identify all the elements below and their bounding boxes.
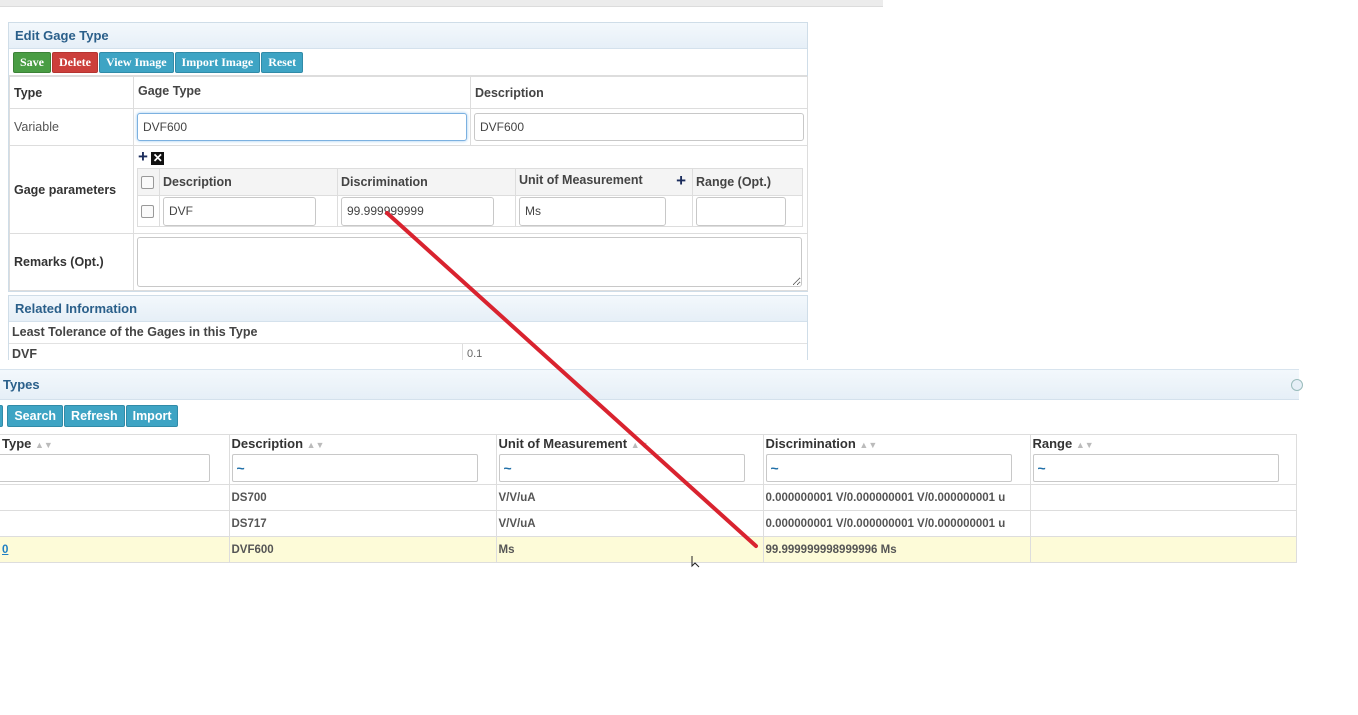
cell-range bbox=[1029, 510, 1297, 537]
cell-type bbox=[0, 510, 230, 537]
add-button-partial[interactable] bbox=[0, 405, 3, 427]
cell-description: DS717 bbox=[228, 510, 497, 537]
type-value: Variable bbox=[9, 108, 134, 146]
add-unit-icon[interactable]: + bbox=[676, 172, 686, 189]
cell-type-link[interactable]: 0 bbox=[2, 544, 8, 556]
related-row-value: 0.1 bbox=[462, 344, 482, 360]
remarks-label: Remarks (Opt.) bbox=[9, 233, 134, 291]
grid-title: Types bbox=[3, 377, 40, 392]
top-bar bbox=[0, 0, 883, 7]
description-header: Description bbox=[470, 76, 808, 109]
sort-icon[interactable]: ▲▼ bbox=[859, 440, 877, 450]
sort-icon[interactable]: ▲▼ bbox=[631, 440, 649, 450]
view-image-button[interactable]: View Image bbox=[98, 52, 174, 73]
param-range-header: Range (Opt.) bbox=[692, 168, 803, 196]
types-grid-panel: Types Search Refresh Import Type ▲▼ Descri… bbox=[0, 369, 1303, 563]
delete-parameter-icon[interactable]: ✕ bbox=[151, 152, 165, 166]
import-button[interactable]: Import bbox=[125, 405, 179, 427]
related-row: DVF 0.1 bbox=[9, 344, 807, 360]
col-header-description[interactable]: Description ▲▼ bbox=[228, 434, 497, 452]
cell-discrimination: 0.000000001 V/0.000000001 V/0.000000001 … bbox=[762, 510, 1031, 537]
filter-range-input[interactable]: ~ bbox=[1032, 454, 1279, 482]
refresh-button[interactable]: Refresh bbox=[64, 405, 125, 427]
related-row-name: DVF bbox=[12, 347, 37, 360]
reset-button[interactable]: Reset bbox=[261, 52, 304, 73]
col-header-range[interactable]: Range ▲▼ bbox=[1029, 434, 1297, 452]
cell-unit: V/V/uA bbox=[495, 484, 764, 511]
description-input[interactable]: DVF600 bbox=[474, 113, 804, 141]
param-description-header: Description bbox=[159, 168, 338, 196]
gage-parameters-table: Description Discrimination Unit of Measu… bbox=[137, 168, 803, 227]
cell-range bbox=[1029, 484, 1297, 511]
import-image-button[interactable]: Import Image bbox=[174, 52, 261, 73]
param-description-input[interactable]: DVF bbox=[163, 196, 316, 226]
search-button[interactable]: Search bbox=[7, 405, 64, 427]
col-header-discrimination[interactable]: Discrimination ▲▼ bbox=[762, 434, 1031, 452]
param-unit-input[interactable]: Ms bbox=[519, 196, 666, 226]
cell-range bbox=[1029, 536, 1297, 563]
param-row-checkbox[interactable] bbox=[141, 205, 154, 219]
param-discrimination-input[interactable]: 99.999999999 bbox=[341, 196, 494, 226]
sort-icon[interactable]: ▲▼ bbox=[1076, 440, 1094, 450]
cell-discrimination: 99.999999998999996 Ms bbox=[762, 536, 1031, 563]
cell-unit: Ms bbox=[495, 536, 764, 563]
filter-unit-input[interactable]: ~ bbox=[498, 454, 745, 482]
cell-discrimination: 0.000000001 V/0.000000001 V/0.000000001 … bbox=[762, 484, 1031, 511]
related-subtitle: Least Tolerance of the Gages in this Typ… bbox=[9, 322, 807, 344]
filter-description-input[interactable]: ~ bbox=[231, 454, 478, 482]
edit-toolbar: Save Delete View Image Import Image Reset bbox=[9, 49, 807, 76]
edit-gage-type-panel: Edit Gage Type Save Delete View Image Impor… bbox=[8, 22, 808, 292]
cell-unit: V/V/uA bbox=[495, 510, 764, 537]
grid-title-bar: Types bbox=[0, 369, 1303, 400]
save-button[interactable]: Save bbox=[13, 52, 51, 73]
col-header-type[interactable]: Type ▲▼ bbox=[0, 434, 230, 452]
table-row-selected[interactable]: 0 DVF600 Ms 99.999999998999996 Ms bbox=[0, 536, 1297, 563]
gage-parameters-label: Gage parameters bbox=[9, 145, 134, 234]
select-all-checkbox[interactable] bbox=[141, 176, 154, 190]
delete-button[interactable]: Delete bbox=[52, 52, 98, 73]
filter-type-input[interactable] bbox=[0, 454, 210, 482]
param-discrimination-header: Discrimination bbox=[337, 168, 516, 196]
related-information-panel: Related Information Least Tolerance of t… bbox=[8, 295, 808, 360]
table-row[interactable]: DS717 V/V/uA 0.000000001 V/0.000000001 V… bbox=[0, 510, 1297, 537]
sort-icon[interactable]: ▲▼ bbox=[35, 440, 53, 450]
type-label: Type bbox=[9, 76, 134, 109]
add-parameter-icon[interactable]: + bbox=[138, 147, 148, 166]
remarks-textarea[interactable] bbox=[137, 237, 802, 287]
gage-type-input[interactable]: DVF600 bbox=[137, 113, 467, 141]
grid-toolbar: Search Refresh Import bbox=[0, 400, 1299, 434]
gage-type-header: Gage Type bbox=[133, 76, 471, 109]
panel-title: Edit Gage Type bbox=[9, 23, 807, 49]
sort-icon[interactable]: ▲▼ bbox=[307, 440, 325, 450]
col-header-unit[interactable]: Unit of Measurement ▲▼ bbox=[495, 434, 764, 452]
table-row[interactable]: DS700 V/V/uA 0.000000001 V/0.000000001 V… bbox=[0, 484, 1297, 511]
param-unit-header: Unit of Measurement bbox=[519, 173, 643, 187]
related-title: Related Information bbox=[9, 296, 807, 322]
collapse-icon[interactable] bbox=[1291, 379, 1303, 391]
cell-description: DS700 bbox=[228, 484, 497, 511]
edit-form-table: Type Gage Type Description Variable DVF6… bbox=[9, 76, 808, 291]
filter-discrimination-input[interactable]: ~ bbox=[765, 454, 1012, 482]
cell-type bbox=[0, 484, 230, 511]
types-grid: Type ▲▼ Description ▲▼ Unit of Measureme… bbox=[0, 434, 1297, 563]
cell-description: DVF600 bbox=[228, 536, 497, 563]
param-range-input[interactable] bbox=[696, 196, 786, 226]
